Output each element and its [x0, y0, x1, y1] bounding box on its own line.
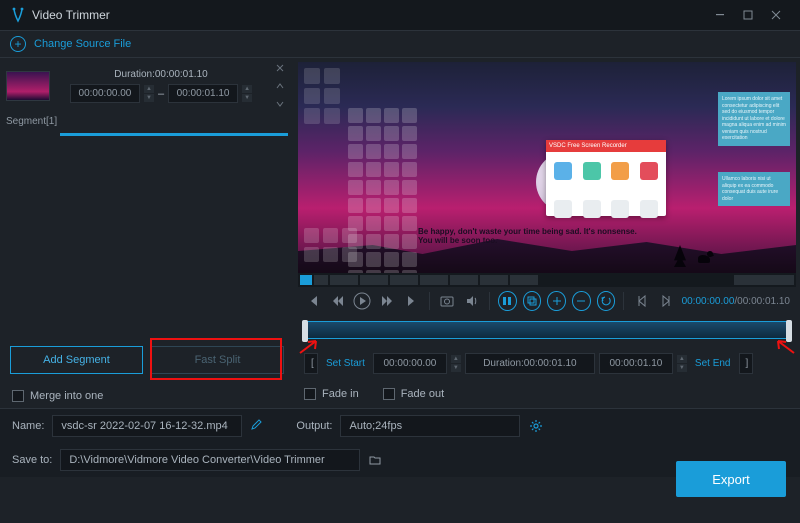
- mark-out-button[interactable]: [657, 291, 676, 311]
- merge-label: Merge into one: [30, 390, 103, 402]
- export-button[interactable]: Export: [676, 461, 786, 497]
- copy-button[interactable]: [523, 291, 542, 311]
- segment-end-input[interactable]: 00:00:01.10: [168, 84, 238, 103]
- edit-name-icon[interactable]: [250, 419, 262, 434]
- preview-popup-window: VSDC Free Screen Recorder: [546, 140, 666, 216]
- segment-end-stepper[interactable]: ▲▼: [242, 85, 252, 102]
- change-source-file-button[interactable]: + Change Source File: [0, 30, 800, 58]
- undo-button[interactable]: [597, 291, 616, 311]
- trim-start-input[interactable]: 00:00:00.00: [373, 353, 447, 374]
- output-settings-icon[interactable]: [528, 418, 544, 434]
- mark-in-button[interactable]: [632, 291, 651, 311]
- app-logo-icon: [10, 7, 26, 23]
- minimize-button[interactable]: [706, 1, 734, 29]
- timeline[interactable]: [304, 321, 790, 339]
- split-button[interactable]: [498, 291, 517, 311]
- next-frame-button[interactable]: [378, 291, 397, 311]
- fade-out-checkbox[interactable]: [383, 388, 395, 400]
- video-preview[interactable]: Be happy, don't waste your time being sa…: [298, 62, 796, 287]
- segment-dash: –: [158, 88, 164, 100]
- preview-panel: Be happy, don't waste your time being sa…: [294, 58, 800, 408]
- bottom-bar: Name: vsdc-sr 2022-02-07 16-12-32.mp4 Ou…: [0, 408, 800, 477]
- prev-segment-button[interactable]: [304, 291, 323, 311]
- trim-duration-label: Duration:00:00:01.10: [465, 353, 595, 374]
- prev-frame-button[interactable]: [329, 291, 348, 311]
- segment-info: Duration:00:00:01.10 00:00:00.00 ▲▼ – 00…: [0, 58, 294, 114]
- play-button[interactable]: [353, 291, 372, 311]
- tutorial-arrow-left: [298, 339, 320, 355]
- segment-move-down-icon[interactable]: [272, 97, 288, 111]
- add-segment-button[interactable]: Add Segment: [10, 346, 143, 374]
- segment-thumbnail[interactable]: [6, 71, 50, 101]
- segments-panel: Duration:00:00:01.10 00:00:00.00 ▲▼ – 00…: [0, 58, 294, 408]
- snapshot-button[interactable]: [438, 291, 457, 311]
- remove-button[interactable]: [572, 291, 591, 311]
- segment-start-input[interactable]: 00:00:00.00: [70, 84, 140, 103]
- segment-move-up-icon[interactable]: [272, 79, 288, 93]
- output-value[interactable]: Auto;24fps: [340, 415, 520, 437]
- add-button[interactable]: [547, 291, 566, 311]
- output-label: Output:: [296, 420, 332, 432]
- set-start-button[interactable]: Set Start: [322, 358, 369, 369]
- name-label: Name:: [12, 420, 44, 432]
- fast-split-button[interactable]: Fast Split: [151, 346, 284, 374]
- trim-end-input[interactable]: 00:00:01.10: [599, 353, 673, 374]
- wallpaper-caption: Be happy, don't waste your time being sa…: [418, 227, 637, 245]
- set-end-button[interactable]: Set End: [691, 358, 735, 369]
- tutorial-arrow-right: [774, 339, 796, 355]
- fade-in-checkbox[interactable]: [304, 388, 316, 400]
- trim-time-row: [ Set Start 00:00:00.00 ▲▼ Duration:00:0…: [304, 353, 790, 374]
- sticky-note-2: Ullamco laboris nisi ut aliquip ex ea co…: [718, 172, 790, 206]
- segment-duration-label: Duration:00:00:01.10: [56, 69, 266, 80]
- trim-end-stepper[interactable]: ▲▼: [677, 355, 687, 372]
- name-value[interactable]: vsdc-sr 2022-02-07 16-12-32.mp4: [52, 415, 242, 437]
- save-to-label: Save to:: [12, 454, 52, 466]
- segment-close-icon[interactable]: [272, 61, 288, 75]
- change-source-label: Change Source File: [34, 38, 131, 50]
- fade-row: Fade in Fade out: [304, 388, 790, 400]
- save-to-input[interactable]: D:\Vidmore\Vidmore Video Converter\Video…: [60, 449, 360, 471]
- app-title: Video Trimmer: [32, 8, 706, 22]
- segment-start-stepper[interactable]: ▲▼: [144, 85, 154, 102]
- fade-in-label: Fade in: [322, 388, 359, 400]
- playback-controls: 00:00:00.00/00:00:01.10: [294, 287, 800, 315]
- plus-icon: +: [10, 36, 26, 52]
- close-button[interactable]: [762, 1, 790, 29]
- title-bar: Video Trimmer: [0, 0, 800, 30]
- segment-label: Segment[1]: [0, 114, 294, 129]
- sticky-note-1: Lorem ipsum dolor sit amet consectetur a…: [718, 92, 790, 146]
- next-segment-button[interactable]: [402, 291, 421, 311]
- maximize-button[interactable]: [734, 1, 762, 29]
- browse-folder-icon[interactable]: [368, 453, 382, 467]
- merge-checkbox[interactable]: [12, 390, 24, 402]
- time-display: 00:00:00.00/00:00:01.10: [682, 296, 790, 307]
- volume-button[interactable]: [462, 291, 481, 311]
- fade-out-label: Fade out: [401, 388, 444, 400]
- trim-start-stepper[interactable]: ▲▼: [451, 355, 461, 372]
